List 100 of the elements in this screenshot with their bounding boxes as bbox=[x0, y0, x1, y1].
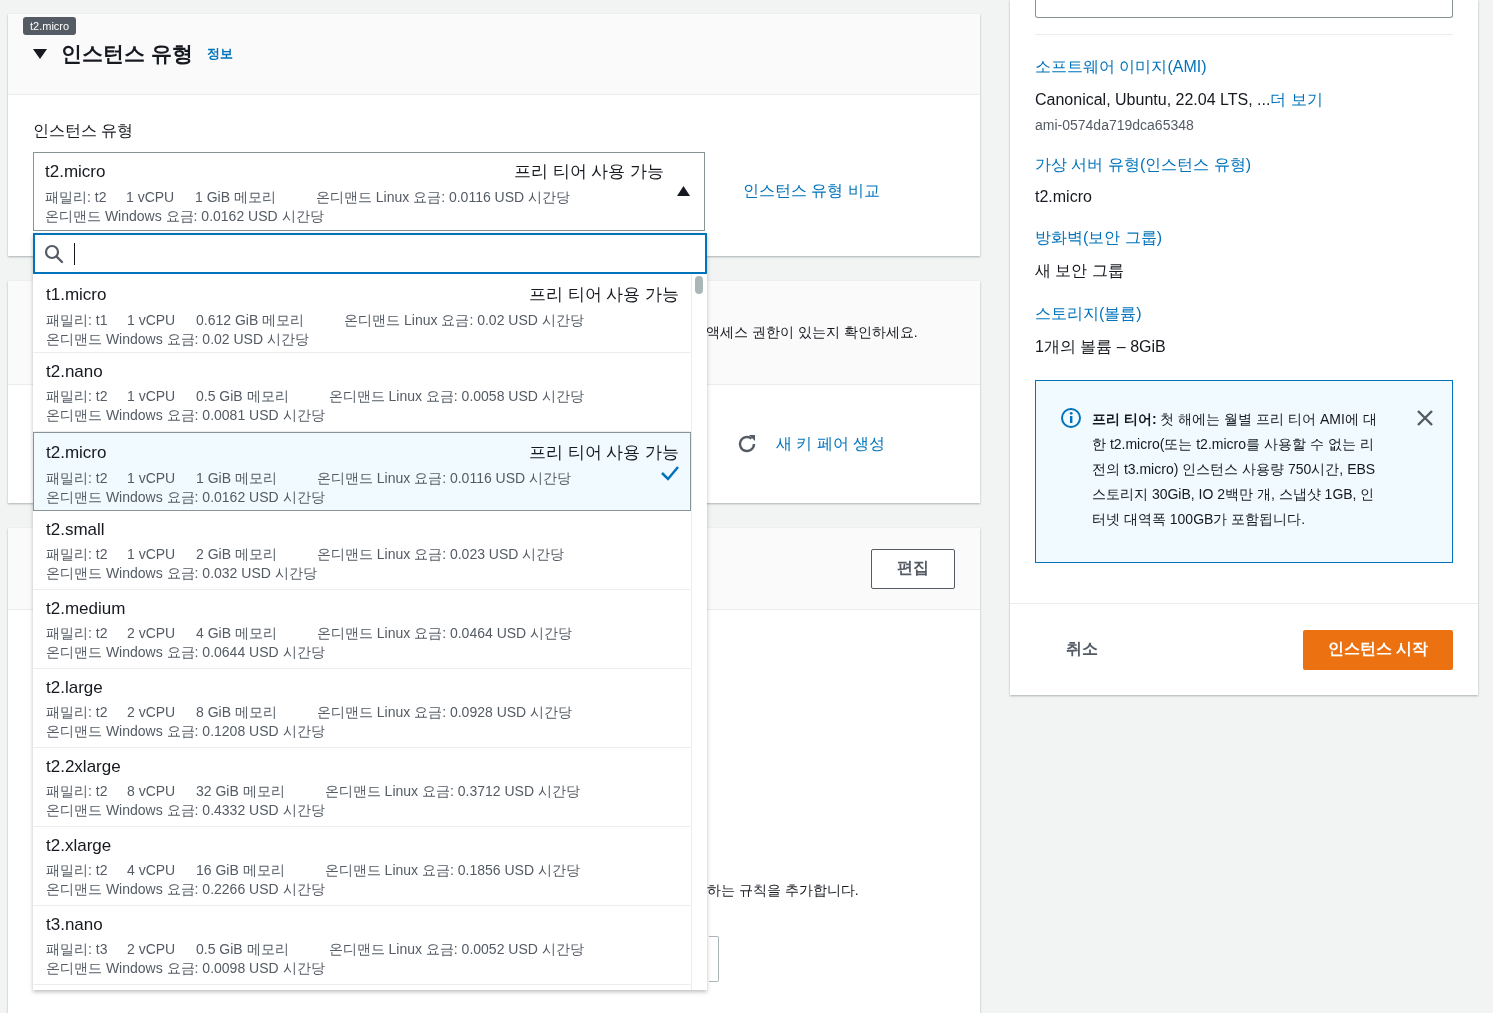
option-memory: 4 GiB 메모리 bbox=[196, 624, 277, 642]
search-field[interactable] bbox=[33, 233, 707, 274]
collapse-triangle-icon[interactable] bbox=[33, 49, 47, 59]
instance-type-select[interactable]: t2.micro 프리 티어 사용 가능 패밀리: t2 1 vCPU 1 GiB 메모리 온디맨드 Linux 요금: 0.0116 USD 시간당 온디맨드 Windows 요금: 0.0162 USD 시간당 bbox=[33, 152, 705, 231]
option-windows-price: 온디맨드 Windows 요금: 0.032 USD 시간당 bbox=[46, 564, 318, 583]
info-icon bbox=[1060, 407, 1082, 429]
option-memory: 2 GiB 메모리 bbox=[196, 545, 277, 563]
option-vcpu: 8 vCPU bbox=[127, 782, 177, 800]
field-label: 인스턴스 유형 bbox=[33, 121, 135, 141]
option-vcpu: 2 vCPU bbox=[127, 624, 177, 642]
option-memory: 0.612 GiB 메모리 bbox=[196, 311, 305, 329]
option-name: t2.nano bbox=[46, 362, 103, 382]
instance-option[interactable]: t2.xlarge 패밀리: t2 4 vCPU 16 GiB 메모리 온디맨드 Linux 요금: 0.1856 USD 시간당 온디맨드 Windows 요금: 0.2266 USD 시간당 bbox=[33, 827, 691, 906]
option-memory: 32 GiB 메모리 bbox=[196, 782, 285, 800]
option-vcpu: 1 vCPU bbox=[127, 545, 177, 563]
option-vcpu: 4 vCPU bbox=[127, 861, 177, 879]
search-icon bbox=[44, 243, 64, 264]
option-linux-price: 온디맨드 Linux 요금: 0.0928 USD 시간당 bbox=[316, 703, 573, 721]
option-family: 패밀리: t2 bbox=[46, 782, 109, 800]
option-name: t2.2xlarge bbox=[46, 757, 121, 777]
option-linux-price: 온디맨드 Linux 요금: 0.0058 USD 시간당 bbox=[328, 387, 584, 405]
key-pair-hint: 액세스 권한이 있는지 확인하세요. bbox=[706, 323, 919, 342]
option-name: t2.xlarge bbox=[46, 836, 112, 856]
rule-hint: 하는 규칙을 추가합니다. bbox=[707, 882, 860, 900]
summary-value: 1개의 볼륨 – 8GiB bbox=[1035, 338, 1166, 355]
option-memory: 1 GiB 메모리 bbox=[195, 188, 276, 206]
option-name: t2.micro bbox=[45, 162, 106, 182]
option-vcpu: 2 vCPU bbox=[127, 703, 177, 721]
free-tier-label: 프리 티어 사용 가능 bbox=[513, 161, 664, 183]
summary-label-link[interactable]: 소프트웨어 이미지(AMI) bbox=[1035, 57, 1453, 78]
option-vcpu: 1 vCPU bbox=[127, 469, 177, 487]
option-family: 패밀리: t2 bbox=[45, 188, 108, 206]
option-windows-price: 온디맨드 Windows 요금: 0.1208 USD 시간당 bbox=[46, 722, 326, 741]
option-vcpu: 1 vCPU bbox=[126, 188, 176, 206]
input-field[interactable] bbox=[1035, 0, 1453, 18]
instance-option[interactable]: t2.nano 패밀리: t2 1 vCPU 0.5 GiB 메모리 온디맨드 Linux 요금: 0.0058 USD 시간당 온디맨드 Windows 요금: 0.0081 USD 시간당 bbox=[33, 353, 691, 432]
instance-option[interactable]: t2.2xlarge 패밀리: t2 8 vCPU 32 GiB 메모리 온디맨드 Linux 요금: 0.3712 USD 시간당 온디맨드 Windows 요금: 0.4332 USD 시간당 bbox=[33, 748, 691, 827]
option-vcpu: 1 vCPU bbox=[127, 387, 177, 405]
option-windows-price: 온디맨드 Windows 요금: 0.0081 USD 시간당 bbox=[46, 406, 326, 425]
option-windows-price: 온디맨드 Windows 요금: 0.4332 USD 시간당 bbox=[46, 801, 326, 820]
option-family: 패밀리: t2 bbox=[46, 861, 109, 879]
option-family: 패밀리: t2 bbox=[46, 624, 109, 642]
option-memory: 1 GiB 메모리 bbox=[196, 469, 277, 487]
option-linux-price: 온디맨드 Linux 요금: 0.023 USD 시간당 bbox=[316, 545, 565, 563]
option-memory: 0.5 GiB 메모리 bbox=[196, 387, 289, 405]
instance-option[interactable]: t2.large 패밀리: t2 2 vCPU 8 GiB 메모리 온디맨드 Linux 요금: 0.0928 USD 시간당 온디맨드 Windows 요금: 0.1208 USD 시간당 bbox=[33, 669, 691, 748]
option-linux-price: 온디맨드 Linux 요금: 0.3712 USD 시간당 bbox=[324, 782, 580, 800]
option-windows-price: 온디맨드 Windows 요금: 0.02 USD 시간당 bbox=[46, 330, 310, 349]
option-windows-price: 온디맨드 Windows 요금: 0.2266 USD 시간당 bbox=[46, 880, 326, 899]
instance-option[interactable]: t2.medium 패밀리: t2 2 vCPU 4 GiB 메모리 온디맨드 Linux 요금: 0.0464 USD 시간당 온디맨드 Windows 요금: 0.0644 USD 시간당 bbox=[33, 590, 691, 669]
info-link[interactable]: 정보 bbox=[206, 45, 233, 63]
more-link[interactable]: 더 보기 bbox=[1270, 91, 1323, 108]
option-name: t2.large bbox=[46, 678, 103, 698]
summary-label-link[interactable]: 가상 서버 유형(인스턴스 유형) bbox=[1035, 155, 1453, 176]
option-family: 패밀리: t2 bbox=[46, 469, 109, 487]
instance-option[interactable]: t2.small 패밀리: t2 1 vCPU 2 GiB 메모리 온디맨드 Linux 요금: 0.023 USD 시간당 온디맨드 Windows 요금: 0.032 USD 시간당 bbox=[33, 511, 691, 590]
option-linux-price: 온디맨드 Linux 요금: 0.0464 USD 시간당 bbox=[316, 624, 573, 642]
option-family: 패밀리: t1 bbox=[46, 311, 109, 329]
option-vcpu: 1 vCPU bbox=[127, 311, 177, 329]
option-memory: 8 GiB 메모리 bbox=[196, 703, 277, 721]
summary-label-link[interactable]: 방화벽(보안 그룹) bbox=[1035, 228, 1453, 249]
option-family: 패밀리: t2 bbox=[46, 703, 109, 721]
edit-button[interactable]: 편집 bbox=[871, 548, 955, 589]
option-linux-price: 온디맨드 Linux 요금: 0.1856 USD 시간당 bbox=[324, 861, 580, 879]
close-icon[interactable] bbox=[1416, 409, 1434, 427]
compare-link[interactable]: 인스턴스 유형 비교 bbox=[743, 181, 880, 202]
check-icon bbox=[660, 465, 680, 481]
summary-value: 새 보안 그룹 bbox=[1035, 262, 1124, 279]
option-memory: 16 GiB 메모리 bbox=[196, 861, 285, 879]
option-name: t2.medium bbox=[46, 599, 126, 619]
option-memory: 0.5 GiB 메모리 bbox=[196, 940, 289, 958]
create-key-pair-link[interactable]: 새 키 페어 생성 bbox=[776, 433, 886, 455]
option-family: 패밀리: t3 bbox=[46, 940, 109, 958]
input-field[interactable] bbox=[709, 936, 719, 982]
notice-text: 프리 티어: 첫 해에는 월별 프리 티어 AMI에 대한 t2.micro(또는 t2.micro를 사용할 수 없는 리전의 t3.micro) 인스턴스 사용량 750시간, EBS 스토리지 30GiB, IO 2백만 개, 스냅샷 1GB, 인터넷 대역폭 100GB가 포함됩니다. bbox=[1092, 410, 1378, 529]
summary-value: t2.micro bbox=[1035, 188, 1092, 205]
option-linux-price: 온디맨드 Linux 요금: 0.0116 USD 시간당 bbox=[316, 469, 572, 487]
ami-id: ami-0574da719dca65348 bbox=[1035, 117, 1195, 133]
free-tier-label: 프리 티어 사용 가능 bbox=[528, 284, 679, 306]
summary-label-link[interactable]: 스토리지(볼륨) bbox=[1035, 304, 1453, 325]
cancel-button[interactable]: 취소 bbox=[1060, 638, 1104, 661]
tooltip: t2.micro bbox=[23, 17, 77, 35]
option-name: t3.nano bbox=[46, 915, 103, 935]
option-family: 패밀리: t2 bbox=[46, 387, 109, 405]
option-linux-price: 온디맨드 Linux 요금: 0.0116 USD 시간당 bbox=[315, 188, 571, 206]
instance-option[interactable]: t1.micro 프리 티어 사용 가능 패밀리: t1 1 vCPU 0.612 GiB 메모리 온디맨드 Linux 요금: 0.02 USD 시간당 온디맨드 Windows 요금: 0.02 USD 시간당 bbox=[33, 274, 691, 353]
summary-value: Canonical, Ubuntu, 22.04 LTS, ... bbox=[1035, 91, 1271, 108]
option-family: 패밀리: t2 bbox=[46, 545, 109, 563]
option-vcpu: 2 vCPU bbox=[127, 940, 177, 958]
option-windows-price: 온디맨드 Windows 요금: 0.0644 USD 시간당 bbox=[46, 643, 326, 662]
option-windows-price: 온디맨드 Windows 요금: 0.0162 USD 시간당 bbox=[45, 207, 325, 226]
option-linux-price: 온디맨드 Linux 요금: 0.0052 USD 시간당 bbox=[328, 940, 584, 958]
option-windows-price: 온디맨드 Windows 요금: 0.0098 USD 시간당 bbox=[46, 959, 326, 978]
refresh-icon[interactable] bbox=[736, 433, 758, 455]
option-name: t2.micro bbox=[46, 443, 107, 463]
option-linux-price: 온디맨드 Linux 요금: 0.02 USD 시간당 bbox=[344, 311, 584, 329]
section-title: 인스턴스 유형 bbox=[61, 41, 193, 67]
instance-option[interactable]: t3.nano 패밀리: t3 2 vCPU 0.5 GiB 메모리 온디맨드 Linux 요금: 0.0052 USD 시간당 온디맨드 Windows 요금: 0.0098 USD 시간당 bbox=[33, 906, 691, 985]
option-name: t1.micro bbox=[46, 285, 107, 305]
instance-option[interactable]: t2.micro 프리 티어 사용 가능 패밀리: t2 1 vCPU 1 GiB 메모리 온디맨드 Linux 요금: 0.0116 USD 시간당 온디맨드 Windows 요금: 0.0162 USD 시간당 bbox=[33, 432, 691, 511]
